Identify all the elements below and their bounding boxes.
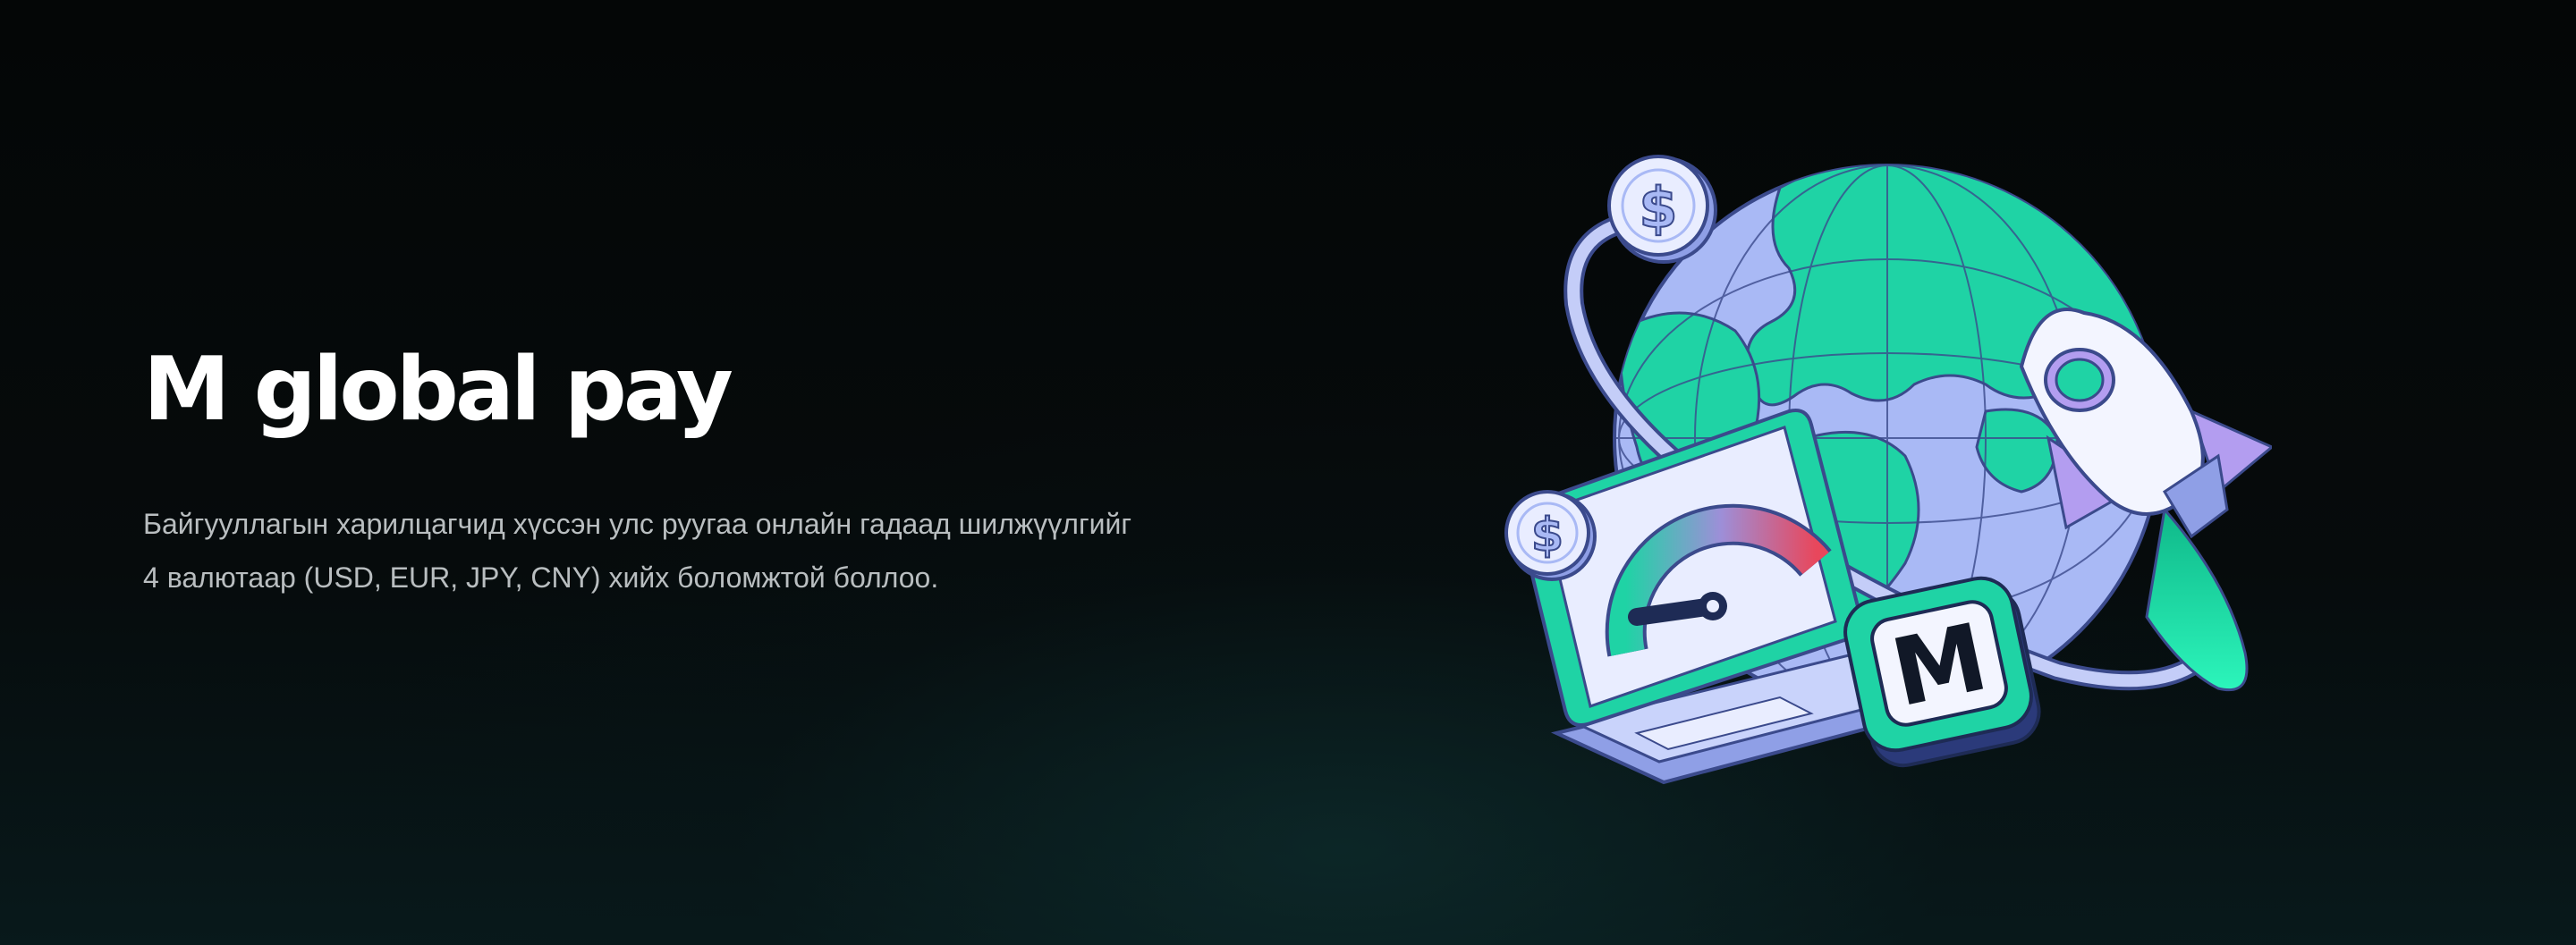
hero-banner: M global pay Байгууллагын харилцагчид хү… xyxy=(0,0,2576,945)
dollar-coin-icon: $ xyxy=(1607,155,1717,264)
page-title: M global pay xyxy=(143,339,733,441)
description-line-1: Байгууллагын харилцагчид хүссэн улс рууг… xyxy=(143,508,1132,540)
global-pay-illustration: $ $ M xyxy=(1485,116,2272,831)
m-badge-icon: M xyxy=(1843,576,2041,768)
description-line-2: 4 валютаар (USD, EUR, JPY, CNY) хийх бол… xyxy=(143,561,939,594)
hero-description: Байгууллагын харилцагчид хүссэн улс рууг… xyxy=(143,497,1306,604)
hero-copy: M global pay Байгууллагын харилцагчид хү… xyxy=(143,340,1306,604)
dollar-coin-small-icon: $ xyxy=(1504,490,1597,581)
coin-symbol: $ xyxy=(1639,175,1677,240)
coin-symbol-small: $ xyxy=(1531,509,1563,562)
